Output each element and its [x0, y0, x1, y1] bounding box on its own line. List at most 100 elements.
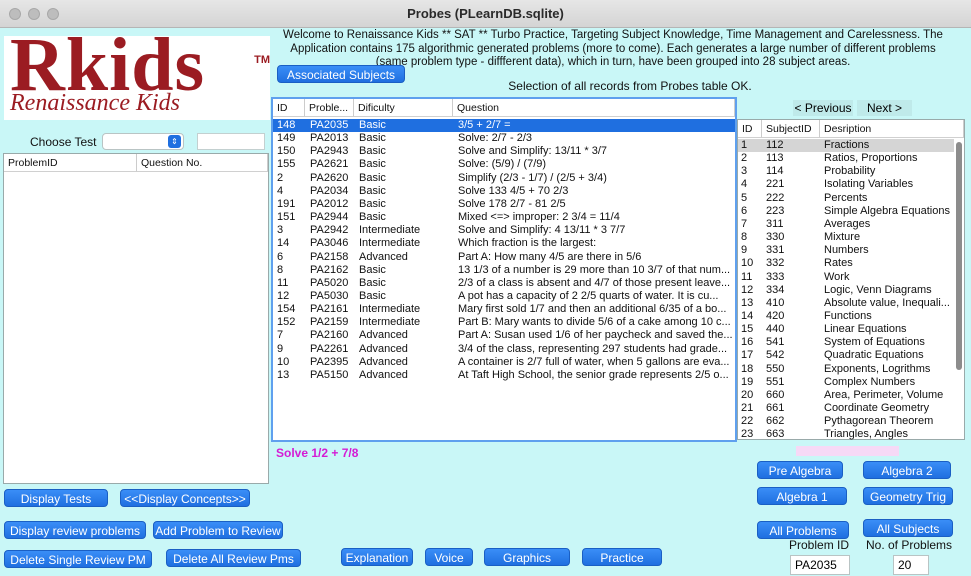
- num-problems-field[interactable]: 20: [893, 555, 929, 575]
- probe-question-cell: Solve 133 4/5 + 70 2/3: [458, 184, 569, 197]
- subject-row[interactable]: 1 112 Fractions: [738, 139, 954, 153]
- practice-button[interactable]: Practice: [582, 548, 662, 566]
- probe-row[interactable]: 12 PA5030 Basic A pot has a capacity of 2 2…: [273, 290, 735, 303]
- geometry-trig-button[interactable]: Geometry Trig: [863, 487, 953, 505]
- subject-row[interactable]: 4 221 Isolating Variables: [738, 178, 954, 191]
- column-header-problemid[interactable]: ProblemID: [4, 154, 137, 172]
- probe-row[interactable]: 4 PA2034 Basic Solve 133 4/5 + 70 2/3: [273, 185, 735, 198]
- subject-row[interactable]: 12 334 Logic, Venn Diagrams: [738, 284, 954, 297]
- subject-row[interactable]: 18 550 Exponents, Logrithms: [738, 363, 954, 376]
- subject-description-cell: Functions: [824, 309, 872, 322]
- subject-row[interactable]: 20 660 Area, Perimeter, Volume: [738, 389, 954, 402]
- probe-problem-cell: PA5020: [310, 276, 349, 289]
- associated-subjects-button[interactable]: Associated Subjects: [277, 65, 405, 83]
- delete-all-review-button[interactable]: Delete All Review Pms: [166, 549, 301, 567]
- probe-row[interactable]: 150 PA2943 Basic Solve and Simplify: 13/11 …: [273, 145, 735, 158]
- subject-row[interactable]: 17 542 Quadratic Equations: [738, 349, 954, 362]
- algebra-1-button[interactable]: Algebra 1: [757, 487, 847, 505]
- algebra-2-button[interactable]: Algebra 2: [863, 461, 951, 479]
- delete-single-review-button[interactable]: Delete Single Review PM: [4, 550, 152, 568]
- add-problem-to-review-button[interactable]: Add Problem to Review: [153, 521, 283, 539]
- explanation-button[interactable]: Explanation: [341, 548, 413, 566]
- probe-difficulty-cell: Advanced: [359, 368, 408, 381]
- subject-row[interactable]: 15 440 Linear Equations: [738, 323, 954, 336]
- probe-difficulty-cell: Basic: [359, 158, 386, 171]
- previous-button[interactable]: < Previous: [793, 100, 853, 116]
- subject-row[interactable]: 21 661 Coordinate Geometry: [738, 402, 954, 415]
- column-header-question[interactable]: Question: [453, 99, 735, 117]
- subject-row[interactable]: 9 331 Numbers: [738, 244, 954, 257]
- column-header-subjectid[interactable]: SubjectID: [762, 120, 820, 138]
- problem-list-table[interactable]: ProblemID Question No.: [3, 153, 269, 484]
- subject-row[interactable]: 10 332 Rates: [738, 257, 954, 270]
- subject-row[interactable]: 14 420 Functions: [738, 310, 954, 323]
- probe-row[interactable]: 148 PA2035 Basic 3/5 + 2/7 =: [273, 119, 735, 133]
- probe-row[interactable]: 10 PA2395 Advanced A container is 2/7 full …: [273, 356, 735, 369]
- probe-row[interactable]: 151 PA2944 Basic Mixed <=> improper: 2 3/4 …: [273, 211, 735, 224]
- probe-row[interactable]: 191 PA2012 Basic Solve 178 2/7 - 81 2/5: [273, 198, 735, 211]
- display-concepts-button[interactable]: <<Display Concepts>>: [120, 489, 250, 507]
- subject-row[interactable]: 16 541 System of Equations: [738, 336, 954, 349]
- column-header-difficulty[interactable]: Dificulty: [354, 99, 453, 117]
- pre-algebra-button[interactable]: Pre Algebra: [757, 461, 843, 479]
- all-problems-button[interactable]: All Problems: [757, 521, 849, 539]
- choose-test-input[interactable]: [197, 133, 265, 150]
- probe-row[interactable]: 149 PA2013 Basic Solve: 2/7 - 2/3: [273, 132, 735, 145]
- probe-difficulty-cell: Basic: [359, 132, 386, 145]
- subject-description-cell: Probability: [824, 165, 876, 178]
- subject-code-cell: 661: [766, 402, 785, 414]
- graphics-button[interactable]: Graphics: [484, 548, 570, 566]
- probe-row[interactable]: 2 PA2620 Basic Simplify (2/3 - 1/7) / (2/5 …: [273, 172, 735, 185]
- subject-description-cell: Numbers: [824, 244, 869, 257]
- choose-test-select[interactable]: ⇕: [102, 133, 184, 150]
- probe-question-cell: Solve 178 2/7 - 81 2/5: [458, 197, 566, 210]
- subject-row[interactable]: 2 113 Ratios, Proportions: [738, 152, 954, 165]
- subject-row[interactable]: 3 114 Probability: [738, 165, 954, 178]
- probe-row[interactable]: 8 PA2162 Basic 13 1/3 of a number is 29 mor…: [273, 264, 735, 277]
- probe-row[interactable]: 3 PA2942 Intermediate Solve and Simplify: 4…: [273, 224, 735, 237]
- probe-row[interactable]: 6 PA2158 Advanced Part A: How many 4/5 are …: [273, 251, 735, 264]
- probe-question-cell: Solve and Simplify: 4 13/11 * 3 7/7: [458, 224, 626, 237]
- subject-id-cell: 5: [741, 191, 748, 204]
- subject-description-cell: Simple Algebra Equations: [824, 204, 950, 217]
- subject-code-cell: 440: [766, 323, 785, 336]
- subject-row[interactable]: 23 663 Triangles, Angles: [738, 428, 954, 441]
- probe-question-cell: Solve: 2/7 - 2/3: [458, 132, 532, 145]
- subjects-table[interactable]: ID SubjectID Desription 1 112 Fractions 2 11…: [737, 119, 965, 440]
- subjects-scrollbar[interactable]: [956, 142, 962, 370]
- probe-problem-cell: PA2161: [310, 303, 349, 316]
- subject-row[interactable]: 22 662 Pythagorean Theorem: [738, 415, 954, 428]
- probes-table[interactable]: ID Proble... Dificulty Question 148 PA203…: [271, 97, 737, 442]
- subject-row[interactable]: 7 311 Averages: [738, 218, 954, 231]
- column-header-subject-id[interactable]: ID: [738, 120, 762, 138]
- subject-row[interactable]: 8 330 Mixture: [738, 231, 954, 244]
- voice-button[interactable]: Voice: [425, 548, 473, 566]
- next-button[interactable]: Next >: [857, 100, 912, 116]
- probe-row[interactable]: 13 PA5150 Advanced At Taft High School, the…: [273, 369, 735, 382]
- probe-row[interactable]: 11 PA5020 Basic 2/3 of a class is absent an…: [273, 277, 735, 290]
- display-review-problems-button[interactable]: Display review problems: [4, 521, 146, 539]
- subject-row[interactable]: 6 223 Simple Algebra Equations: [738, 205, 954, 218]
- column-header-question-no[interactable]: Question No.: [137, 154, 268, 172]
- subject-row[interactable]: 11 333 Work: [738, 271, 954, 284]
- probe-row[interactable]: 154 PA2161 Intermediate Mary first sold 1/7…: [273, 303, 735, 316]
- probe-row[interactable]: 9 PA2261 Advanced 3/4 of the class, represe…: [273, 343, 735, 356]
- probe-row[interactable]: 152 PA2159 Intermediate Part B: Mary wants …: [273, 316, 735, 329]
- problem-id-field[interactable]: PA2035: [790, 555, 850, 575]
- all-subjects-button[interactable]: All Subjects: [863, 519, 953, 537]
- display-tests-button[interactable]: Display Tests: [4, 489, 108, 507]
- subject-row[interactable]: 19 551 Complex Numbers: [738, 376, 954, 389]
- probe-id-cell: 11: [277, 276, 289, 289]
- column-header-problem[interactable]: Proble...: [305, 99, 354, 117]
- column-header-description[interactable]: Desription: [820, 120, 964, 138]
- probe-row[interactable]: 7 PA2160 Advanced Part A: Susan used 1/6 of…: [273, 329, 735, 342]
- subject-row[interactable]: 13 410 Absolute value, Inequali...: [738, 297, 954, 310]
- probe-row[interactable]: 14 PA3046 Intermediate Which fraction is th…: [273, 237, 735, 250]
- column-header-id[interactable]: ID: [273, 99, 305, 117]
- probe-problem-cell: PA5030: [310, 289, 349, 302]
- probe-problem-cell: PA2158: [310, 250, 349, 263]
- probe-row[interactable]: 155 PA2621 Basic Solve: (5/9) / (7/9): [273, 158, 735, 171]
- subject-code-cell: 333: [766, 270, 785, 283]
- probe-difficulty-cell: Intermediate: [359, 316, 421, 329]
- subject-row[interactable]: 5 222 Percents: [738, 192, 954, 205]
